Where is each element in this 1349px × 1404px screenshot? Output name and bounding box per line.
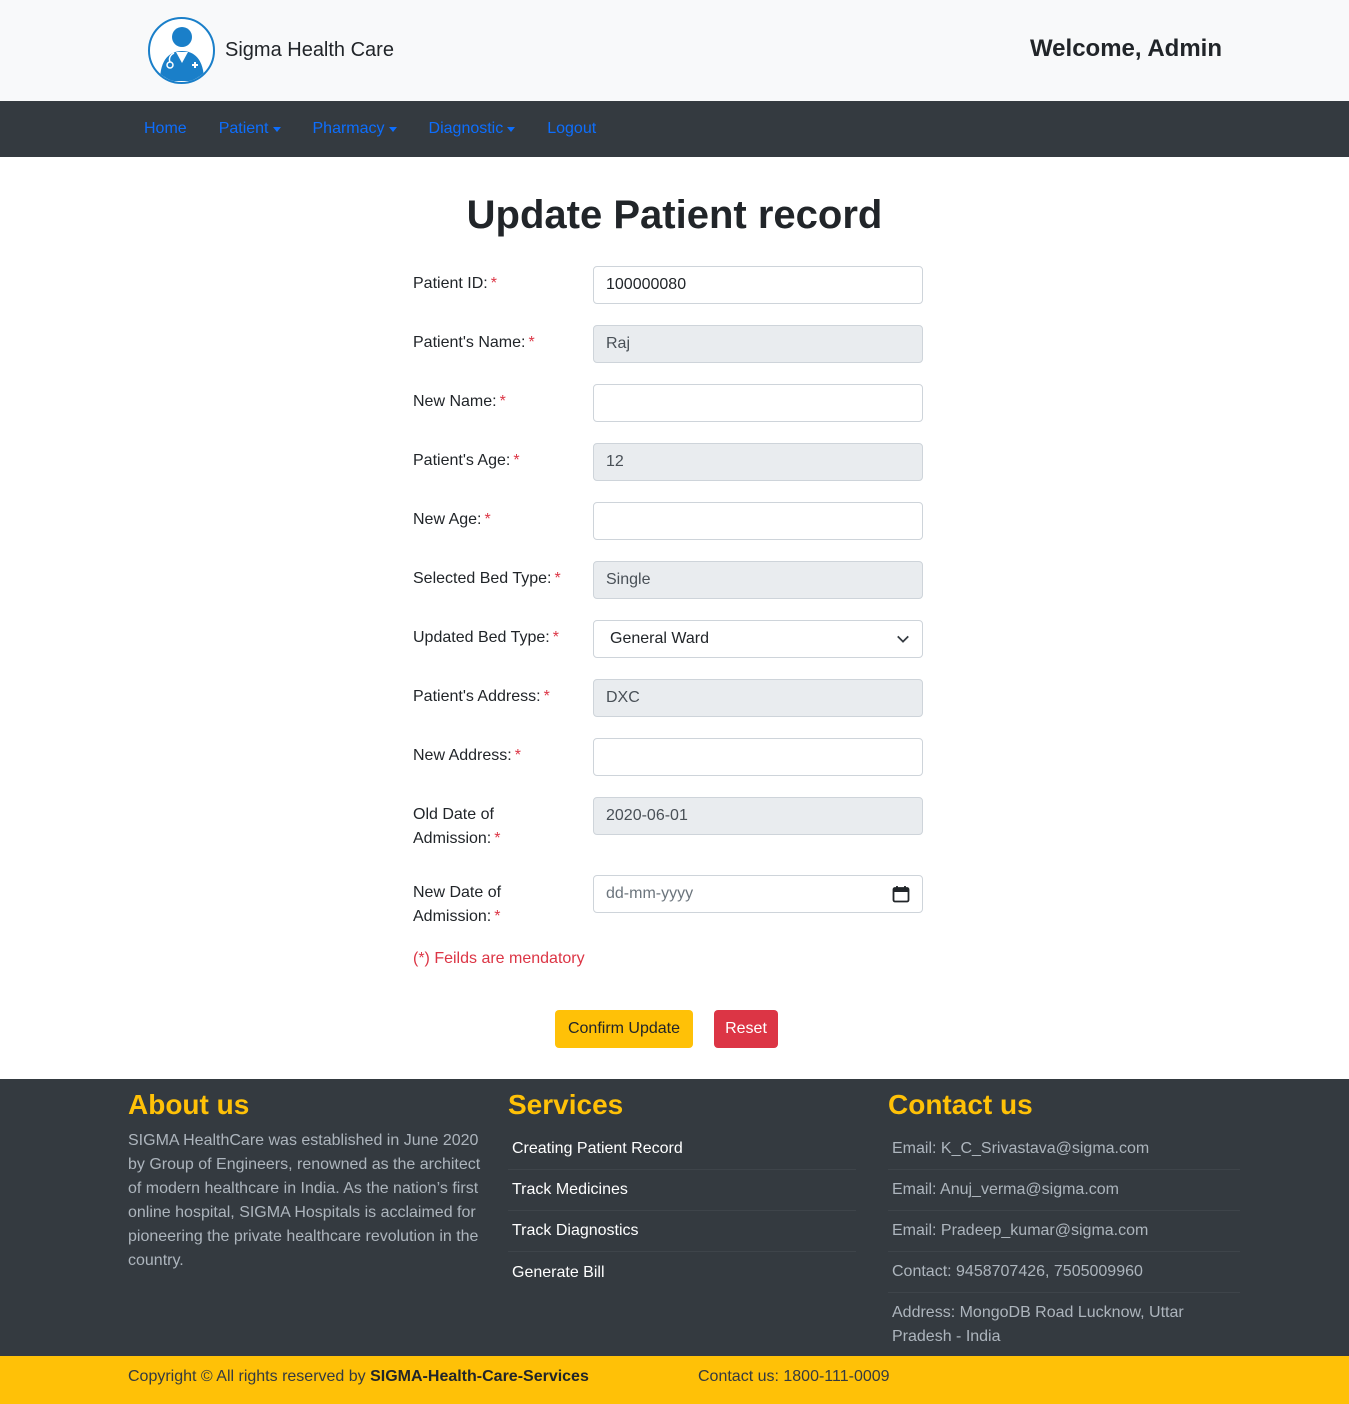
nav-patient-label: Patient [218, 120, 269, 137]
new-address-input[interactable] [593, 738, 923, 776]
caret-down-icon [272, 127, 281, 132]
patient-id-label: Patient ID: * [413, 275, 497, 292]
new-age-input[interactable] [593, 502, 923, 540]
nav-home[interactable]: Home [144, 120, 187, 138]
patient-address-label: Patient's Address: * [413, 688, 550, 705]
required-marker: * [543, 688, 550, 705]
top-header: Sigma Health Care Welcome, Admin [0, 0, 1349, 101]
old-doa-label: Old Date of Admission: * [413, 806, 501, 847]
nav-diagnostic-dropdown[interactable]: Diagnostic [429, 120, 516, 138]
copyright-org: SIGMA-Health-Care-Services [370, 1368, 589, 1385]
nav-patient-dropdown[interactable]: Patient [219, 120, 281, 138]
new-doa-placeholder: dd-mm-yyyy [606, 885, 694, 902]
welcome-text: Welcome, Admin [1029, 35, 1222, 62]
contact-item: Contact: 9458707426, 7505009960 [888, 1252, 1240, 1293]
updated-bed-select[interactable]: General Ward [593, 620, 923, 658]
required-marker: * [490, 275, 497, 292]
about-title: About us [128, 1089, 250, 1120]
new-name-label: New Name: * [413, 393, 506, 410]
contact-list: Email: K_C_Srivastava@sigma.com Email: A… [888, 1129, 1240, 1355]
mandatory-note: (*) Feilds are mendatory [413, 950, 585, 967]
nav-logout-label: Logout [547, 120, 597, 137]
patient-id-input[interactable]: 100000080 [593, 266, 923, 304]
brand-name: Sigma Health Care [225, 39, 394, 61]
about-text: SIGMA HealthCare was established in June… [128, 1132, 481, 1269]
nav-diagnostic-label: Diagnostic [428, 120, 504, 137]
selected-bed-label: Selected Bed Type: * [413, 570, 561, 587]
nav-items: Home Patient Pharmacy Diagnostic Logout [144, 101, 628, 157]
service-item[interactable]: Track Medicines [508, 1170, 856, 1211]
old-doa-readonly: 2020-06-01 [593, 797, 923, 835]
calendar-icon[interactable] [892, 885, 910, 903]
caret-down-icon [507, 127, 516, 132]
copyright-text: Copyright © All rights reserved by SIGMA… [128, 1368, 589, 1385]
service-item[interactable]: Generate Bill [508, 1252, 856, 1293]
required-marker: * [484, 511, 491, 528]
contact-item: Email: K_C_Srivastava@sigma.com [888, 1129, 1240, 1170]
new-address-label: New Address: * [413, 747, 521, 764]
contact-item: Email: Anuj_verma@sigma.com [888, 1170, 1240, 1211]
new-doa-label: New Date of Admission: * [413, 884, 502, 925]
doctor-logo-icon [148, 17, 215, 84]
chevron-down-icon [897, 635, 909, 643]
nav-home-label: Home [144, 120, 187, 137]
main-navbar: Home Patient Pharmacy Diagnostic Logout [0, 101, 1349, 157]
required-marker: * [494, 908, 501, 925]
reset-button[interactable]: Reset [714, 1010, 778, 1048]
patient-age-readonly: 12 [593, 443, 923, 481]
confirm-update-button[interactable]: Confirm Update [555, 1010, 693, 1048]
patient-name-readonly: Raj [593, 325, 923, 363]
required-marker: * [499, 393, 506, 410]
services-list: Creating Patient Record Track Medicines … [508, 1129, 856, 1293]
nav-pharmacy-label: Pharmacy [312, 120, 385, 137]
service-item[interactable]: Creating Patient Record [508, 1129, 856, 1170]
footer: About us SIGMA HealthCare was establishe… [0, 1079, 1349, 1356]
services-title: Services [508, 1089, 624, 1120]
required-marker: * [554, 570, 561, 587]
new-age-label: New Age: * [413, 511, 491, 528]
service-item[interactable]: Track Diagnostics [508, 1211, 856, 1252]
patient-address-readonly: DXC [593, 679, 923, 717]
patient-name-label: Patient's Name: * [413, 334, 535, 351]
nav-pharmacy-dropdown[interactable]: Pharmacy [313, 120, 397, 138]
selected-bed-readonly: Single [593, 561, 923, 599]
required-marker: * [494, 830, 501, 847]
updated-bed-selected-value: General Ward [610, 630, 709, 647]
nav-logout[interactable]: Logout [547, 120, 596, 138]
required-marker: * [514, 747, 521, 764]
new-name-input[interactable] [593, 384, 923, 422]
copyright-bar: Copyright © All rights reserved by SIGMA… [0, 1356, 1349, 1404]
caret-down-icon [388, 127, 397, 132]
patient-age-label: Patient's Age: * [413, 452, 520, 469]
main-content: Update Patient record Patient ID: * 10000… [0, 157, 1349, 1079]
required-marker: * [552, 629, 559, 646]
updated-bed-label: Updated Bed Type: * [413, 629, 559, 646]
page-title: Update Patient record [466, 193, 883, 237]
brand[interactable]: Sigma Health Care [148, 17, 394, 84]
required-marker: * [528, 334, 535, 351]
contact-us-phone: Contact us: 1800-111-0009 [698, 1368, 890, 1385]
contact-item: Address: MongoDB Road Lucknow, Uttar Pra… [892, 1304, 1184, 1345]
required-marker: * [513, 452, 520, 469]
contact-item: Email: Pradeep_kumar@sigma.com [888, 1211, 1240, 1252]
contact-title: Contact us [888, 1089, 1033, 1120]
new-doa-date-input[interactable]: dd-mm-yyyy [593, 875, 923, 913]
